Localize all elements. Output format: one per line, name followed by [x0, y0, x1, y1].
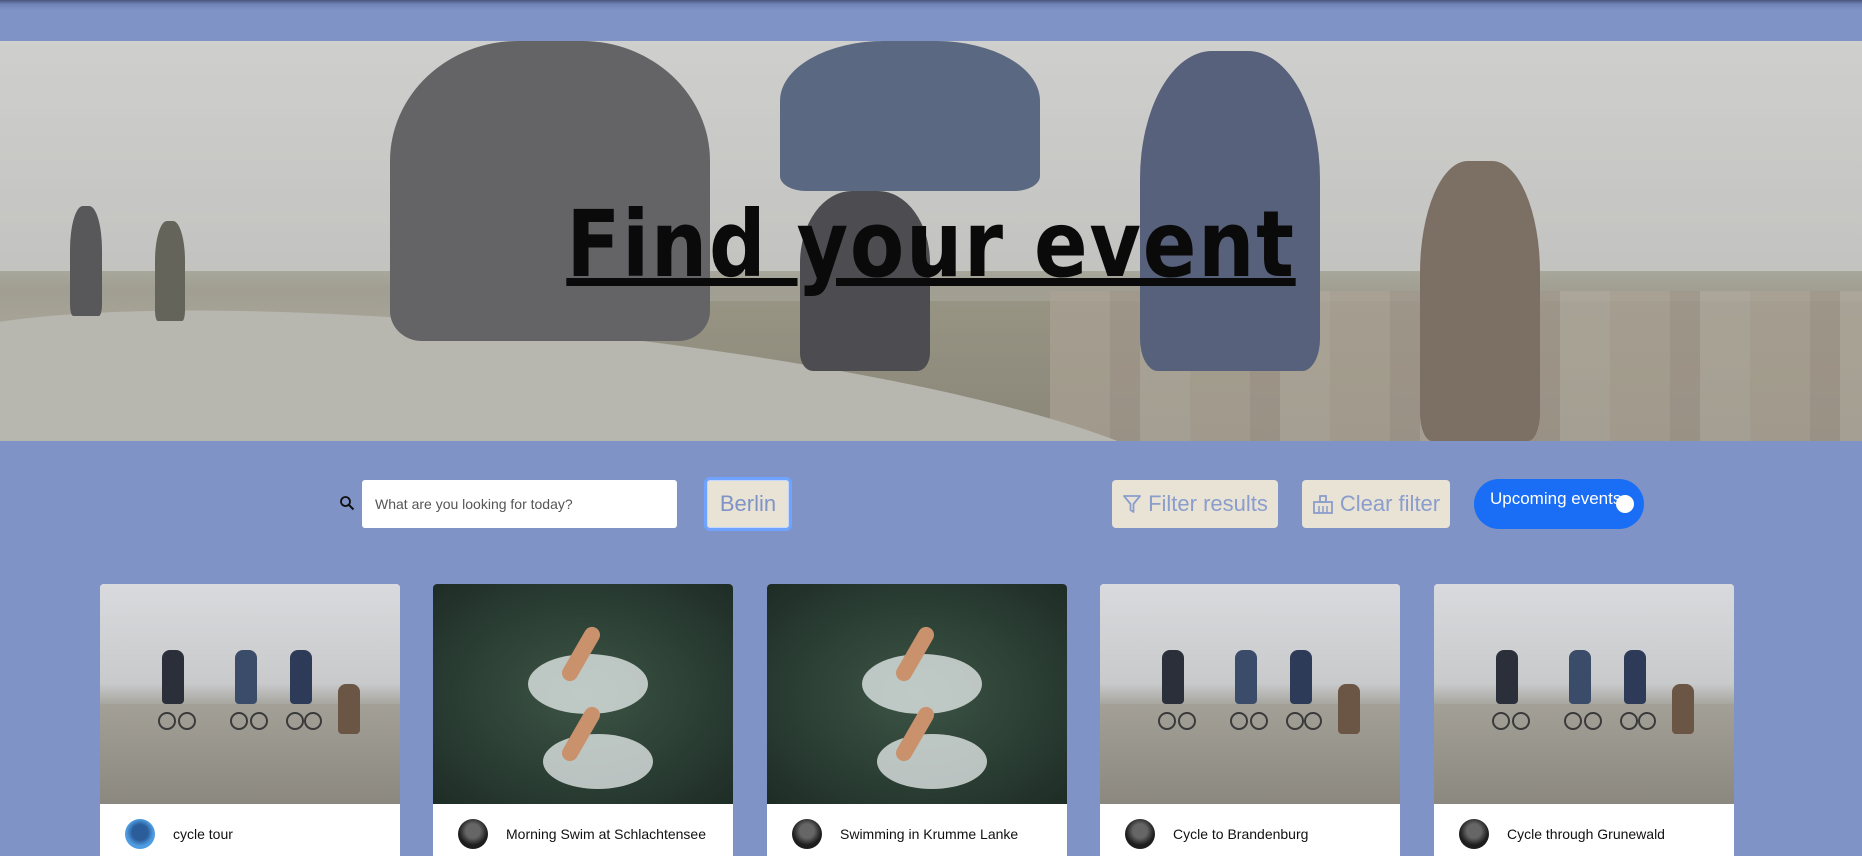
- clear-filter-label: Clear filter: [1339, 491, 1441, 516]
- avatar[interactable]: [792, 819, 822, 849]
- top-navbar: [0, 0, 1862, 41]
- upcoming-events-label: Upcoming events: [1490, 489, 1622, 508]
- toggle-knob[interactable]: [1616, 495, 1634, 513]
- avatar[interactable]: [125, 819, 155, 849]
- clear-filter-button[interactable]: Clear filter: [1302, 480, 1450, 528]
- search-icon: [340, 496, 355, 511]
- upcoming-events-toggle[interactable]: Upcoming events: [1474, 479, 1644, 529]
- filter-icon: [1123, 495, 1141, 513]
- event-title[interactable]: cycle tour: [173, 826, 233, 842]
- city-select-button[interactable]: Berlin: [704, 477, 792, 531]
- event-title[interactable]: Swimming in Krumme Lanke: [840, 826, 1018, 842]
- event-image: [1434, 584, 1734, 804]
- event-card[interactable]: Swimming in Krumme Lanke: [767, 584, 1067, 856]
- avatar[interactable]: [458, 819, 488, 849]
- page-title: Find your event: [566, 191, 1296, 298]
- event-card[interactable]: Morning Swim at Schlachtensee: [433, 584, 733, 856]
- event-card[interactable]: cycle tour: [100, 584, 400, 856]
- filter-results-button[interactable]: Filter results: [1112, 480, 1278, 528]
- hero-banner: Find your event: [0, 41, 1862, 441]
- event-card[interactable]: Cycle through Grunewald: [1434, 584, 1734, 856]
- event-title[interactable]: Morning Swim at Schlachtensee: [506, 826, 706, 842]
- event-image: [1100, 584, 1400, 804]
- search-input[interactable]: [362, 480, 677, 528]
- event-image: [100, 584, 400, 804]
- event-image: [767, 584, 1067, 804]
- event-title[interactable]: Cycle to Brandenburg: [1173, 826, 1308, 842]
- filter-results-label: Filter results: [1148, 491, 1268, 516]
- event-card[interactable]: Cycle to Brandenburg: [1100, 584, 1400, 856]
- city-label: Berlin: [719, 491, 777, 516]
- event-image: [433, 584, 733, 804]
- clear-filter-icon: [1312, 495, 1333, 514]
- event-title[interactable]: Cycle through Grunewald: [1507, 826, 1665, 842]
- avatar[interactable]: [1125, 819, 1155, 849]
- avatar[interactable]: [1459, 819, 1489, 849]
